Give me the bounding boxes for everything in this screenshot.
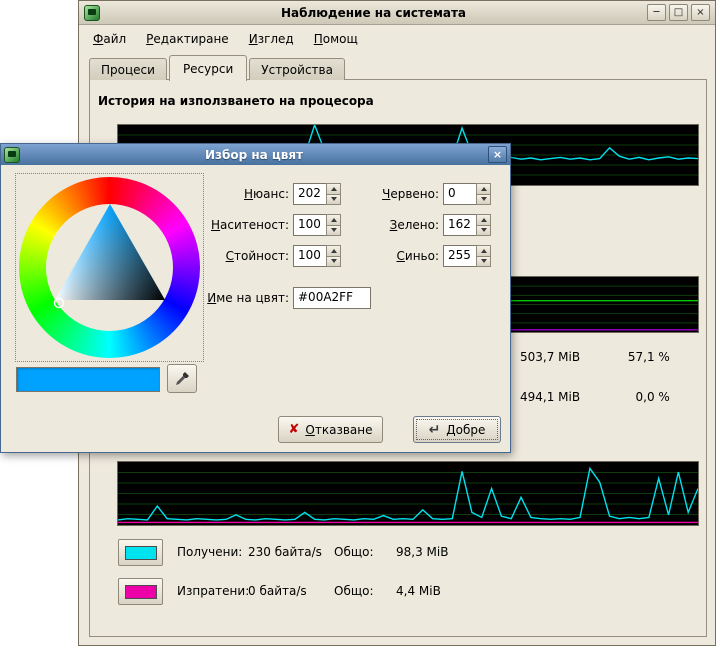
color-name-input[interactable]: #00A2FF (293, 287, 371, 309)
close-button[interactable]: × (691, 4, 710, 21)
network-history-plot (118, 462, 698, 525)
menu-edit[interactable]: Редактиране (146, 32, 229, 46)
hue-label: Нюанс: (151, 187, 289, 201)
color-name-label: Име на цвят: (151, 291, 289, 305)
blue-decrement-button[interactable] (476, 257, 491, 268)
blue-increment-button[interactable] (476, 245, 491, 257)
sv-triangle-shade (55, 204, 165, 300)
dialog-title: Избор на цвят (23, 148, 485, 162)
eyedropper-button[interactable] (167, 364, 197, 393)
sent-total: 4,4 MiB (396, 584, 441, 598)
dialog-icon (4, 147, 20, 163)
green-increment-button[interactable] (476, 214, 491, 226)
eyedropper-icon (174, 371, 190, 387)
maximize-button[interactable]: □ (669, 4, 688, 21)
menubar: Файл Редактиране Изглед Помощ (79, 25, 715, 52)
menu-help[interactable]: Помощ (314, 32, 358, 46)
swap-percent: 0,0 % (612, 390, 670, 404)
system-monitor-icon (84, 5, 100, 21)
color-picker-dialog: Избор на цвят × (0, 143, 511, 453)
network-history-chart (117, 461, 699, 526)
minimize-button[interactable]: ─ (647, 4, 666, 21)
green-decrement-button[interactable] (476, 226, 491, 237)
sent-label: Изпратени: (177, 584, 249, 598)
cpu-history-heading: История на използването на процесора (98, 94, 374, 108)
color-wheel-area (15, 173, 204, 362)
received-rate: 230 байта/s (248, 545, 322, 559)
swap-amount: 494,1 MiB (520, 390, 608, 404)
sv-triangle[interactable] (19, 177, 200, 358)
swap-stat-row: 494,1 MiB 0,0 % (520, 390, 670, 404)
received-label: Получени: (177, 545, 242, 559)
screen: Наблюдение на системата ─ □ × Файл Редак… (0, 0, 717, 647)
close-icon: × (696, 8, 704, 18)
arrow-up-icon (481, 187, 487, 191)
notebook-tabs: Процеси Ресурси Устройства (89, 55, 347, 80)
arrow-down-icon (481, 197, 487, 201)
ok-button[interactable]: ↵ Добре (413, 416, 501, 443)
menu-view[interactable]: Изглед (249, 32, 294, 46)
memory-percent: 57,1 % (612, 350, 670, 364)
received-color-button[interactable] (118, 539, 163, 566)
value-label: Стойност: (151, 249, 289, 263)
network-received-row: Получени: 230 байта/s Общо: 98,3 MiB (118, 539, 538, 566)
red-input[interactable]: 0 (443, 183, 476, 205)
window-title: Наблюдение на системата (103, 6, 644, 20)
cancel-button-label: Отказване (305, 423, 372, 437)
ok-button-label: Добре (446, 423, 485, 437)
network-sent-row: Изпратени: 0 байта/s Общо: 4,4 MiB (118, 578, 538, 605)
ok-enter-icon: ↵ (429, 423, 441, 437)
cancel-x-icon: ✘ (289, 423, 300, 436)
sent-color-swatch (125, 585, 157, 599)
color-preview-swatch (16, 367, 160, 392)
red-label: Червено: (321, 187, 439, 201)
received-total-label: Общо: (334, 545, 374, 559)
tab-processes[interactable]: Процеси (89, 58, 167, 80)
blue-label: Синьо: (321, 249, 439, 263)
main-titlebar[interactable]: Наблюдение на системата ─ □ × (79, 1, 715, 25)
green-input[interactable]: 162 (443, 214, 476, 236)
red-decrement-button[interactable] (476, 195, 491, 206)
tab-devices[interactable]: Устройства (249, 58, 345, 80)
dialog-titlebar[interactable]: Избор на цвят × (1, 144, 510, 165)
minimize-icon: ─ (653, 8, 659, 18)
maximize-icon: □ (674, 8, 683, 18)
dialog-close-button[interactable]: × (488, 146, 507, 163)
cancel-button[interactable]: ✘ Отказване (278, 416, 383, 443)
dialog-close-icon: × (493, 148, 502, 161)
tab-resources[interactable]: Ресурси (169, 55, 247, 81)
received-color-swatch (125, 546, 157, 560)
arrow-up-icon (481, 218, 487, 222)
memory-amount: 503,7 MiB (520, 350, 608, 364)
memory-stat-row: 503,7 MiB 57,1 % (520, 350, 670, 364)
green-label: Зелено: (321, 218, 439, 232)
sent-total-label: Общо: (334, 584, 374, 598)
arrow-down-icon (481, 228, 487, 232)
received-total: 98,3 MiB (396, 545, 448, 559)
saturation-label: Наситеност: (151, 218, 289, 232)
arrow-up-icon (481, 249, 487, 253)
red-increment-button[interactable] (476, 183, 491, 195)
menu-file[interactable]: Файл (93, 32, 126, 46)
green-spinner: 162 (443, 214, 491, 236)
red-spinner: 0 (443, 183, 491, 205)
blue-spinner: 255 (443, 245, 491, 267)
sent-rate: 0 байта/s (248, 584, 307, 598)
sent-color-button[interactable] (118, 578, 163, 605)
blue-input[interactable]: 255 (443, 245, 476, 267)
arrow-down-icon (481, 259, 487, 263)
